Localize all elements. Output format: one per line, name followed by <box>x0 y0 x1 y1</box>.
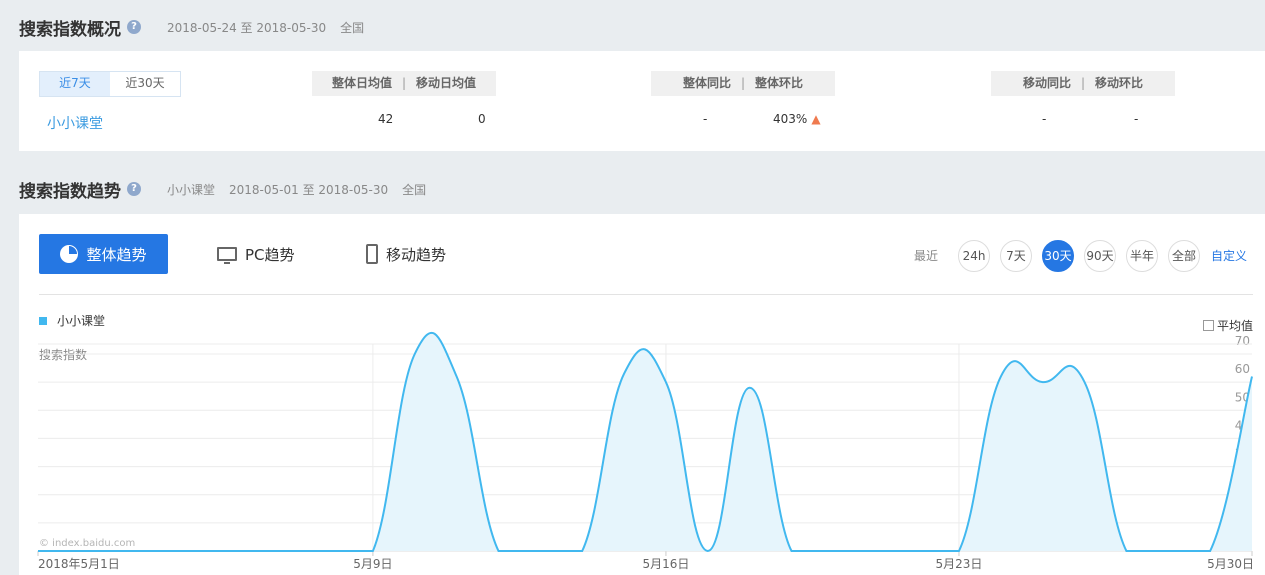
trend-title: 搜索指数趋势 <box>19 181 121 202</box>
overview-panel: 近7天 近30天 小小课堂 整体日均值 | 移动日均值 整体同比 | 整体环比 移动同比… <box>19 51 1265 151</box>
overall-avg-value: 42 <box>378 112 394 126</box>
separator: | <box>740 76 746 90</box>
overall-mom-value: 403% <box>773 112 808 126</box>
overall-mom-value-wrap: 403% ▲ <box>773 112 821 126</box>
mobile-avg-value: 0 <box>478 112 486 126</box>
overview-date-range: 2018-05-24 至 2018-05-30 <box>167 20 327 35</box>
separator: | <box>1080 76 1086 90</box>
watermark: © index.baidu.com <box>39 538 136 549</box>
y-tick-label: 70 <box>1235 334 1250 348</box>
arrow-up-icon: ▲ <box>811 112 821 126</box>
trend-panel: 整体趋势 PC趋势 移动趋势 最近 24h 7天 30天 90天 半年 全部 自… <box>19 214 1265 575</box>
overview-title: 搜索指数概况 <box>19 19 121 40</box>
help-icon[interactable]: ? <box>127 182 141 196</box>
overview-header: 搜索指数概况 ? 2018-05-24 至 2018-05-30 全国 <box>19 15 365 40</box>
trend-date-range: 2018-05-01 至 2018-05-30 <box>229 182 389 197</box>
metric-header-average: 整体日均值 | 移动日均值 <box>312 71 496 96</box>
overall-yoy-value: - <box>703 112 708 126</box>
x-tick-label: 5月9日 <box>353 557 392 571</box>
mobile-yoy-label: 移动同比 <box>1022 76 1071 90</box>
metric-header-mobile-compare: 移动同比 | 移动环比 <box>991 71 1175 96</box>
separator: | <box>401 76 407 90</box>
mobile-avg-label: 移动日均值 <box>416 76 477 90</box>
trend-region: 全国 <box>402 182 427 197</box>
range-tabs: 近7天 近30天 <box>39 71 181 97</box>
keyword-link[interactable]: 小小课堂 <box>47 113 103 133</box>
mobile-mom-label: 移动环比 <box>1095 76 1144 90</box>
trend-keyword: 小小课堂 <box>167 182 216 197</box>
overview-region: 全国 <box>340 20 365 35</box>
overall-yoy-label: 整体同比 <box>682 76 731 90</box>
trend-header: 搜索指数趋势 ? 小小课堂 2018-05-01 至 2018-05-30 全国 <box>19 177 427 202</box>
x-tick-label: 5月16日 <box>642 557 689 571</box>
tab-last-7-days[interactable]: 近7天 <box>40 72 110 96</box>
trend-chart[interactable]: 102030405060702018年5月1日5月9日5月16日5月23日5月3… <box>19 214 1265 575</box>
overall-avg-label: 整体日均值 <box>331 76 392 90</box>
mobile-yoy-value: - <box>1042 112 1047 126</box>
help-icon[interactable]: ? <box>127 20 141 34</box>
mobile-mom-value: - <box>1134 112 1139 126</box>
y-tick-label: 60 <box>1235 362 1250 376</box>
x-tick-label: 2018年5月1日 <box>38 557 120 571</box>
x-tick-label: 5月30日 <box>1207 557 1254 571</box>
x-tick-label: 5月23日 <box>936 557 983 571</box>
tab-last-30-days[interactable]: 近30天 <box>110 72 180 96</box>
overall-mom-label: 整体环比 <box>755 76 804 90</box>
metric-header-overall-compare: 整体同比 | 整体环比 <box>651 71 835 96</box>
